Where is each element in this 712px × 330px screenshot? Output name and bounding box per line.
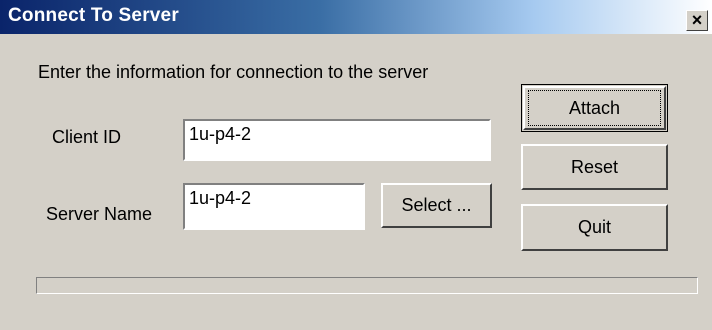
attach-button[interactable]: Attach [521,84,668,132]
progress-bar [36,277,698,294]
client-id-field[interactable]: 1u-p4-2 [183,119,491,161]
window-title: Connect To Server [8,5,179,26]
client-id-label: Client ID [52,127,122,147]
close-button[interactable]: × [686,10,708,31]
title-bar: Connect To Server × [0,0,712,34]
reset-button[interactable]: Reset [521,144,668,190]
server-name-label: Server Name [46,204,153,224]
instructions-text: Enter the information for connection to … [38,62,429,82]
connect-dialog: Connect To Server × Enter the informatio… [0,0,712,330]
quit-button[interactable]: Quit [521,204,668,251]
server-name-field[interactable]: 1u-p4-2 [183,183,365,230]
quit-button-label: Quit [577,217,611,237]
attach-button-label: Attach [568,97,621,118]
select-button[interactable]: Select ... [381,183,492,228]
close-icon: × [691,10,703,30]
select-button-label: Select ... [401,195,472,215]
reset-button-label: Reset [570,156,619,177]
